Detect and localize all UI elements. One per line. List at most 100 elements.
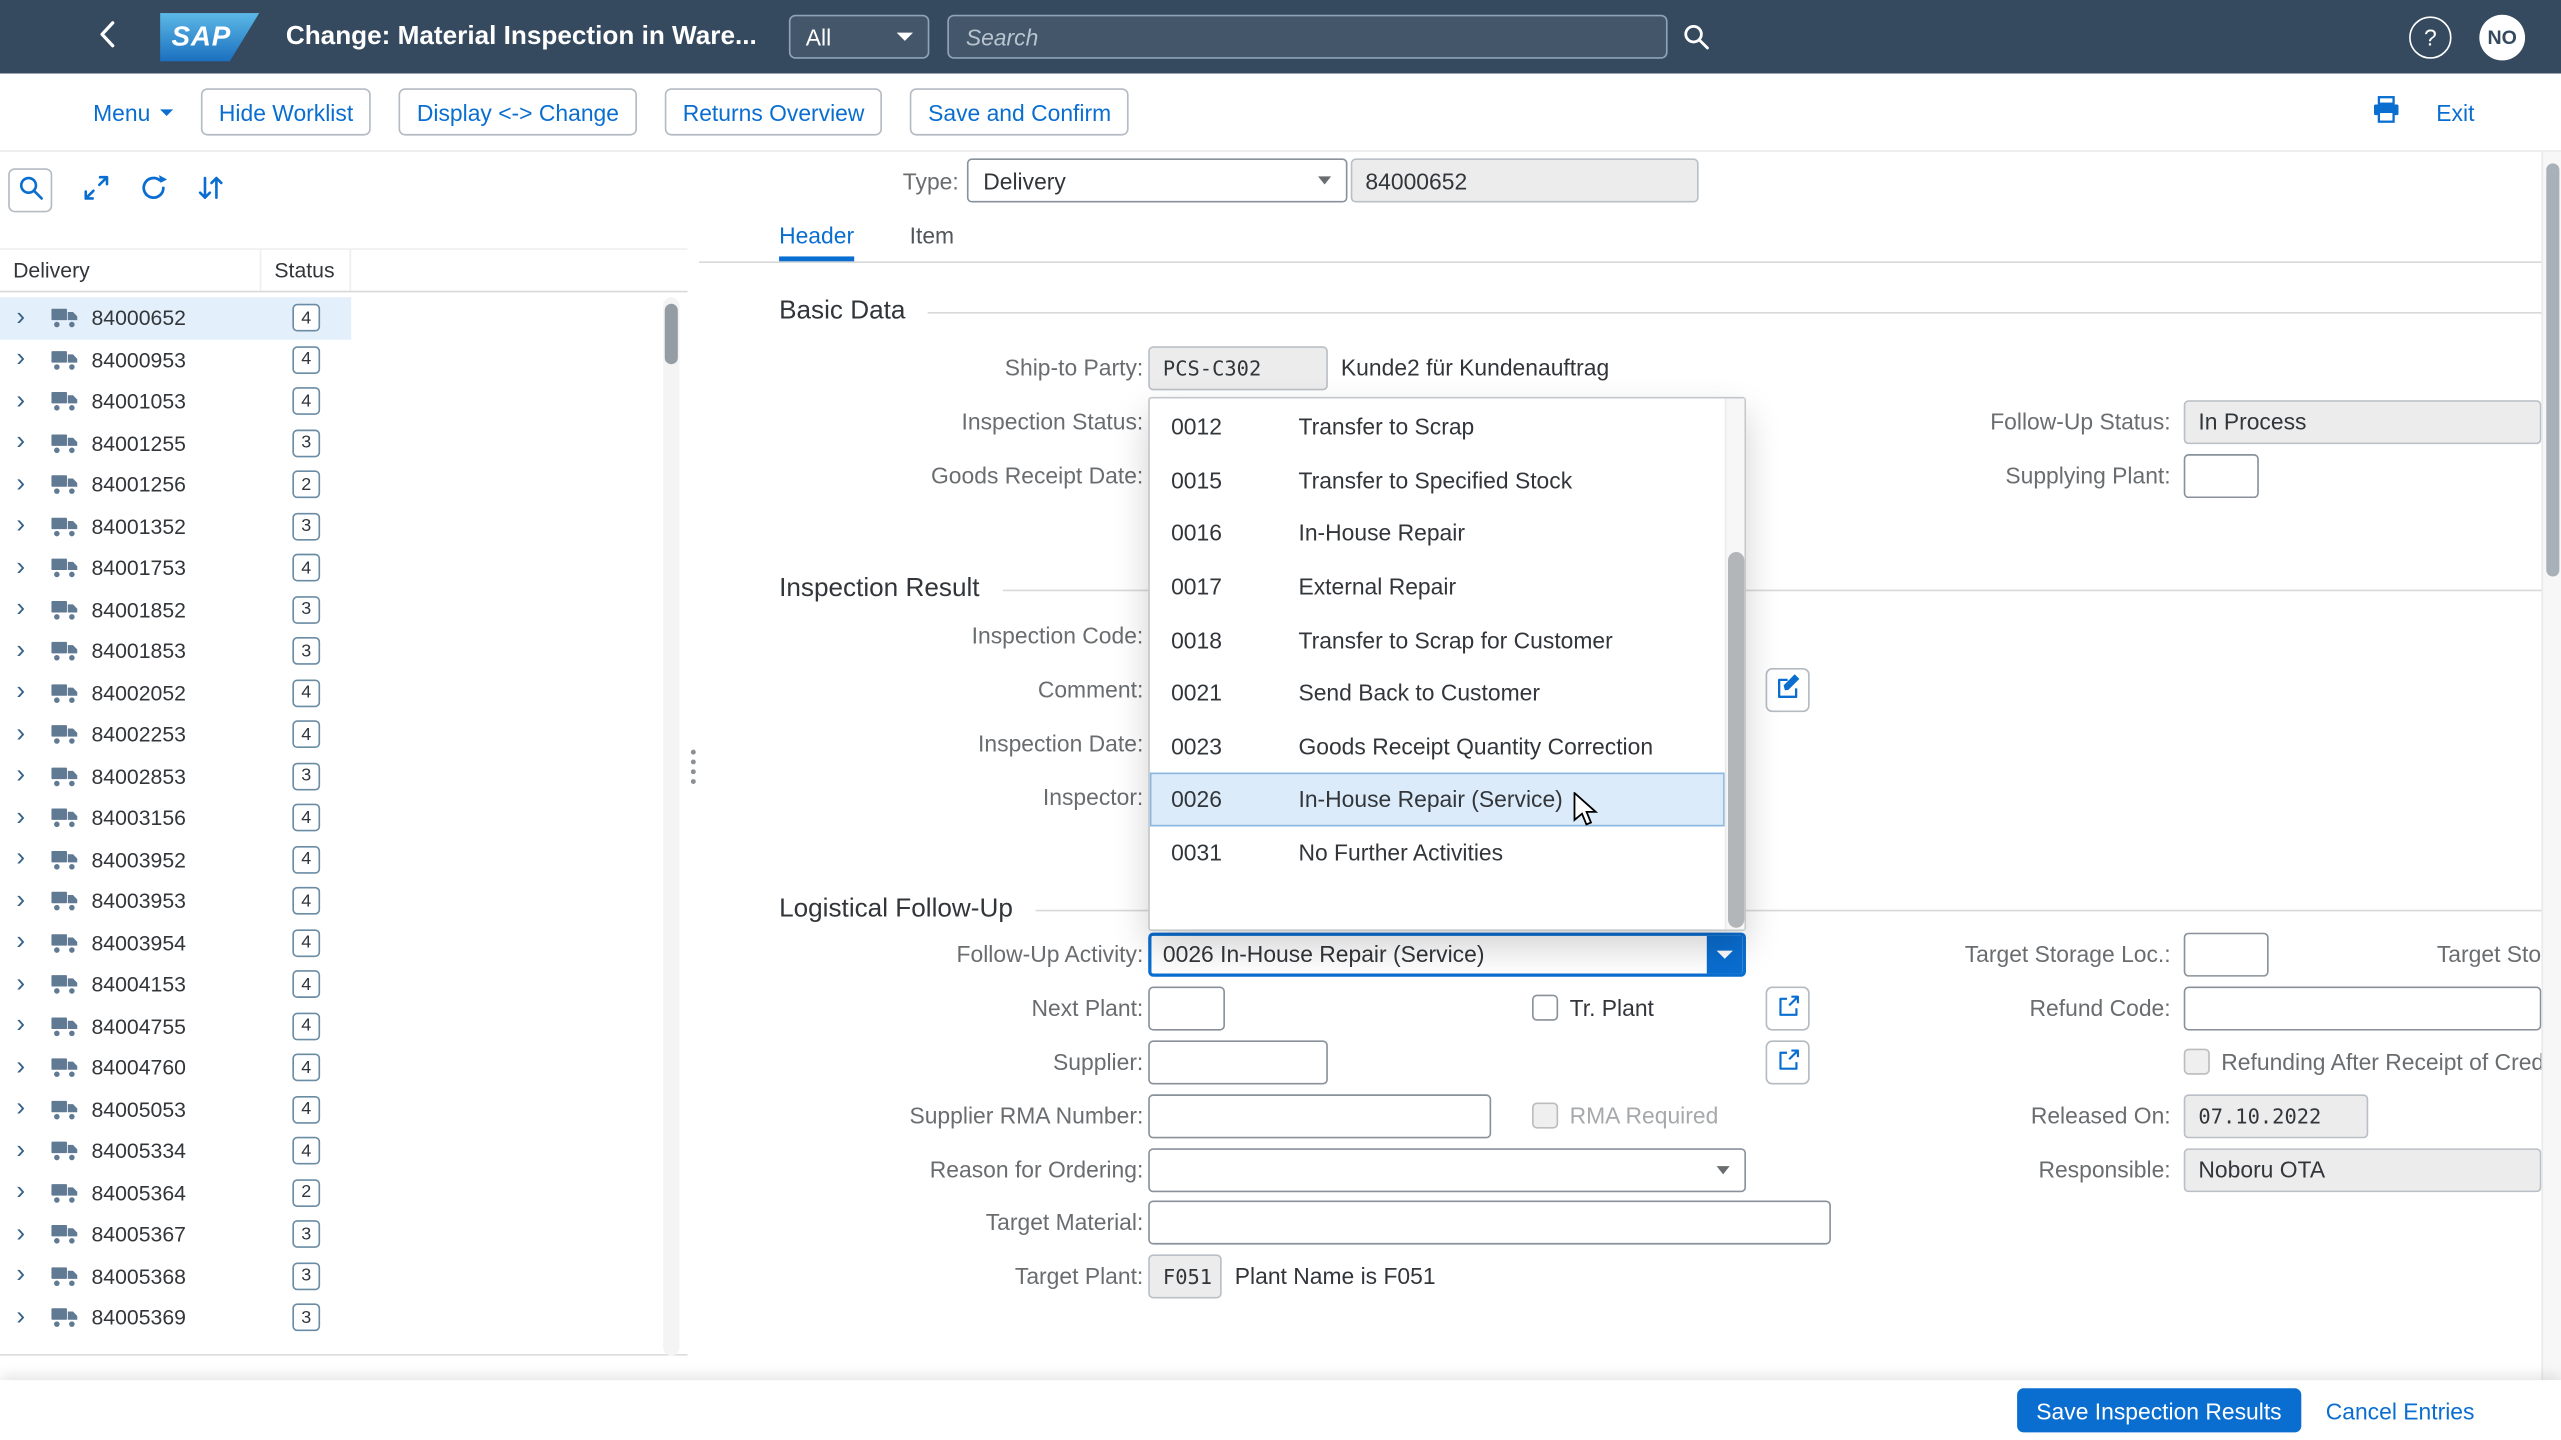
worklist-row[interactable]: › 84003156 4 xyxy=(0,797,351,839)
chevron-right-icon[interactable]: › xyxy=(16,555,37,581)
worklist-row[interactable]: › 84004760 4 xyxy=(0,1047,351,1089)
chevron-right-icon[interactable]: › xyxy=(16,638,37,664)
worklist-row[interactable]: › 84005369 3 xyxy=(0,1297,351,1339)
help-button[interactable]: ? xyxy=(2409,16,2451,58)
worklist-row[interactable]: › 84001853 3 xyxy=(0,630,351,672)
exit-link[interactable]: Exit xyxy=(2436,99,2474,125)
dropdown-scrollbar[interactable] xyxy=(1725,399,1745,930)
chevron-right-icon[interactable]: › xyxy=(16,388,37,414)
worklist-row[interactable]: › 84003953 4 xyxy=(0,880,351,922)
worklist-row[interactable]: › 84001753 4 xyxy=(0,547,351,589)
worklist-row[interactable]: › 84002853 3 xyxy=(0,755,351,797)
worklist-row[interactable]: › 84002052 4 xyxy=(0,672,351,714)
chevron-right-icon[interactable]: › xyxy=(16,846,37,872)
worklist-row[interactable]: › 84005368 3 xyxy=(0,1255,351,1297)
chevron-right-icon[interactable]: › xyxy=(16,1013,37,1039)
dropdown-item[interactable]: 0012 Transfer to Scrap xyxy=(1150,400,1725,453)
sap-logo[interactable]: SAP xyxy=(160,12,260,61)
tr-plant-checkbox[interactable] xyxy=(1532,995,1558,1021)
chevron-right-icon[interactable]: › xyxy=(16,513,37,539)
reason-for-ordering-select[interactable] xyxy=(1148,1147,1746,1191)
chevron-right-icon[interactable]: › xyxy=(16,1221,37,1247)
display-change-button[interactable]: Display <-> Change xyxy=(399,88,637,135)
menu-button[interactable]: Menu xyxy=(93,99,173,125)
worklist-row[interactable]: › 84001852 3 xyxy=(0,589,351,631)
chevron-right-icon[interactable]: › xyxy=(16,1263,37,1289)
worklist-row[interactable]: › 84004153 4 xyxy=(0,964,351,1006)
worklist-scrollbar[interactable] xyxy=(663,297,679,1355)
chevron-right-icon[interactable]: › xyxy=(16,930,37,956)
next-plant-value-help-button[interactable] xyxy=(1766,986,1810,1030)
worklist-row[interactable]: › 84003952 4 xyxy=(0,839,351,881)
hide-worklist-button[interactable]: Hide Worklist xyxy=(201,88,371,135)
shell-search-field[interactable] xyxy=(948,15,1668,59)
user-avatar[interactable]: NO xyxy=(2479,14,2525,60)
save-and-confirm-button[interactable]: Save and Confirm xyxy=(910,88,1129,135)
worklist-row[interactable]: › 84001255 3 xyxy=(0,422,351,464)
cancel-entries-link[interactable]: Cancel Entries xyxy=(2326,1397,2475,1423)
main-scrollbar[interactable] xyxy=(2541,152,2561,1380)
edit-comment-button[interactable] xyxy=(1766,667,1810,711)
dropdown-scrollbar-thumb[interactable] xyxy=(1728,552,1744,928)
dropdown-item[interactable]: 0026 In-House Repair (Service) xyxy=(1150,773,1725,826)
worklist-row[interactable]: › 84000652 4 xyxy=(0,297,351,339)
supplier-value-help-button[interactable] xyxy=(1766,1040,1810,1084)
worklist-row[interactable]: › 84003954 4 xyxy=(0,922,351,964)
chevron-right-icon[interactable]: › xyxy=(16,1305,37,1331)
worklist-search-button[interactable] xyxy=(8,168,52,212)
worklist-row[interactable]: › 84005367 3 xyxy=(0,1214,351,1256)
worklist-row[interactable]: › 84005053 4 xyxy=(0,1089,351,1131)
chevron-right-icon[interactable]: › xyxy=(16,1096,37,1122)
worklist-row[interactable]: › 84005364 2 xyxy=(0,1172,351,1214)
combobox-dropdown-button[interactable] xyxy=(1707,935,1743,973)
refresh-button[interactable] xyxy=(131,167,177,213)
panel-splitter[interactable] xyxy=(688,152,699,1380)
refund-code-input[interactable] xyxy=(2184,986,2542,1030)
target-storage-loc-input[interactable] xyxy=(2184,932,2269,976)
dropdown-item[interactable]: 0031 No Further Activities xyxy=(1150,826,1725,879)
chevron-right-icon[interactable]: › xyxy=(16,472,37,498)
chevron-right-icon[interactable]: › xyxy=(16,888,37,914)
chevron-right-icon[interactable]: › xyxy=(16,347,37,373)
sort-button[interactable] xyxy=(188,167,234,213)
target-material-input[interactable] xyxy=(1148,1200,1831,1244)
supplier-rma-input[interactable] xyxy=(1148,1093,1491,1137)
worklist-row[interactable]: › 84004755 4 xyxy=(0,1005,351,1047)
supplier-input[interactable] xyxy=(1148,1040,1328,1084)
main-scrollbar-thumb[interactable] xyxy=(2546,163,2559,576)
dropdown-item[interactable]: 0018 Transfer to Scrap for Customer xyxy=(1150,613,1725,666)
worklist-scrollbar-thumb[interactable] xyxy=(665,304,678,364)
chevron-right-icon[interactable]: › xyxy=(16,430,37,456)
dropdown-item[interactable]: 0023 Goods Receipt Quantity Correction xyxy=(1150,720,1725,773)
tab-header[interactable]: Header xyxy=(779,222,854,261)
dropdown-item[interactable]: 0021 Send Back to Customer xyxy=(1150,666,1725,719)
chevron-right-icon[interactable]: › xyxy=(16,971,37,997)
returns-overview-button[interactable]: Returns Overview xyxy=(665,88,883,135)
dropdown-item[interactable]: 0016 In-House Repair xyxy=(1150,507,1725,560)
search-input[interactable] xyxy=(966,24,1650,50)
chevron-right-icon[interactable]: › xyxy=(16,1180,37,1206)
rma-required-checkbox[interactable] xyxy=(1532,1102,1558,1128)
save-inspection-results-button[interactable]: Save Inspection Results xyxy=(2017,1388,2302,1432)
refunding-checkbox[interactable] xyxy=(2184,1049,2210,1075)
supplying-plant-input[interactable] xyxy=(2184,453,2259,497)
chevron-right-icon[interactable]: › xyxy=(16,763,37,789)
type-select[interactable]: Delivery xyxy=(967,158,1348,202)
column-header-status[interactable]: Status xyxy=(261,250,351,291)
chevron-right-icon[interactable]: › xyxy=(16,305,37,331)
print-icon[interactable] xyxy=(2371,95,2400,129)
worklist-row[interactable]: › 84005334 4 xyxy=(0,1130,351,1172)
worklist-row[interactable]: › 84001053 4 xyxy=(0,381,351,423)
dropdown-item[interactable]: 0015 Transfer to Specified Stock xyxy=(1150,453,1725,506)
chevron-right-icon[interactable]: › xyxy=(16,722,37,748)
search-icon[interactable] xyxy=(1683,23,1711,51)
chevron-right-icon[interactable]: › xyxy=(16,1138,37,1164)
worklist-row[interactable]: › 84001256 2 xyxy=(0,464,351,506)
chevron-right-icon[interactable]: › xyxy=(16,1055,37,1081)
dropdown-item[interactable]: 0017 External Repair xyxy=(1150,560,1725,613)
worklist-row[interactable]: › 84000953 4 xyxy=(0,339,351,381)
worklist-row[interactable]: › 84002253 4 xyxy=(0,714,351,756)
tab-item[interactable]: Item xyxy=(910,222,954,261)
column-header-delivery[interactable]: Delivery xyxy=(0,250,261,291)
worklist-row[interactable]: › 84001352 3 xyxy=(0,506,351,548)
